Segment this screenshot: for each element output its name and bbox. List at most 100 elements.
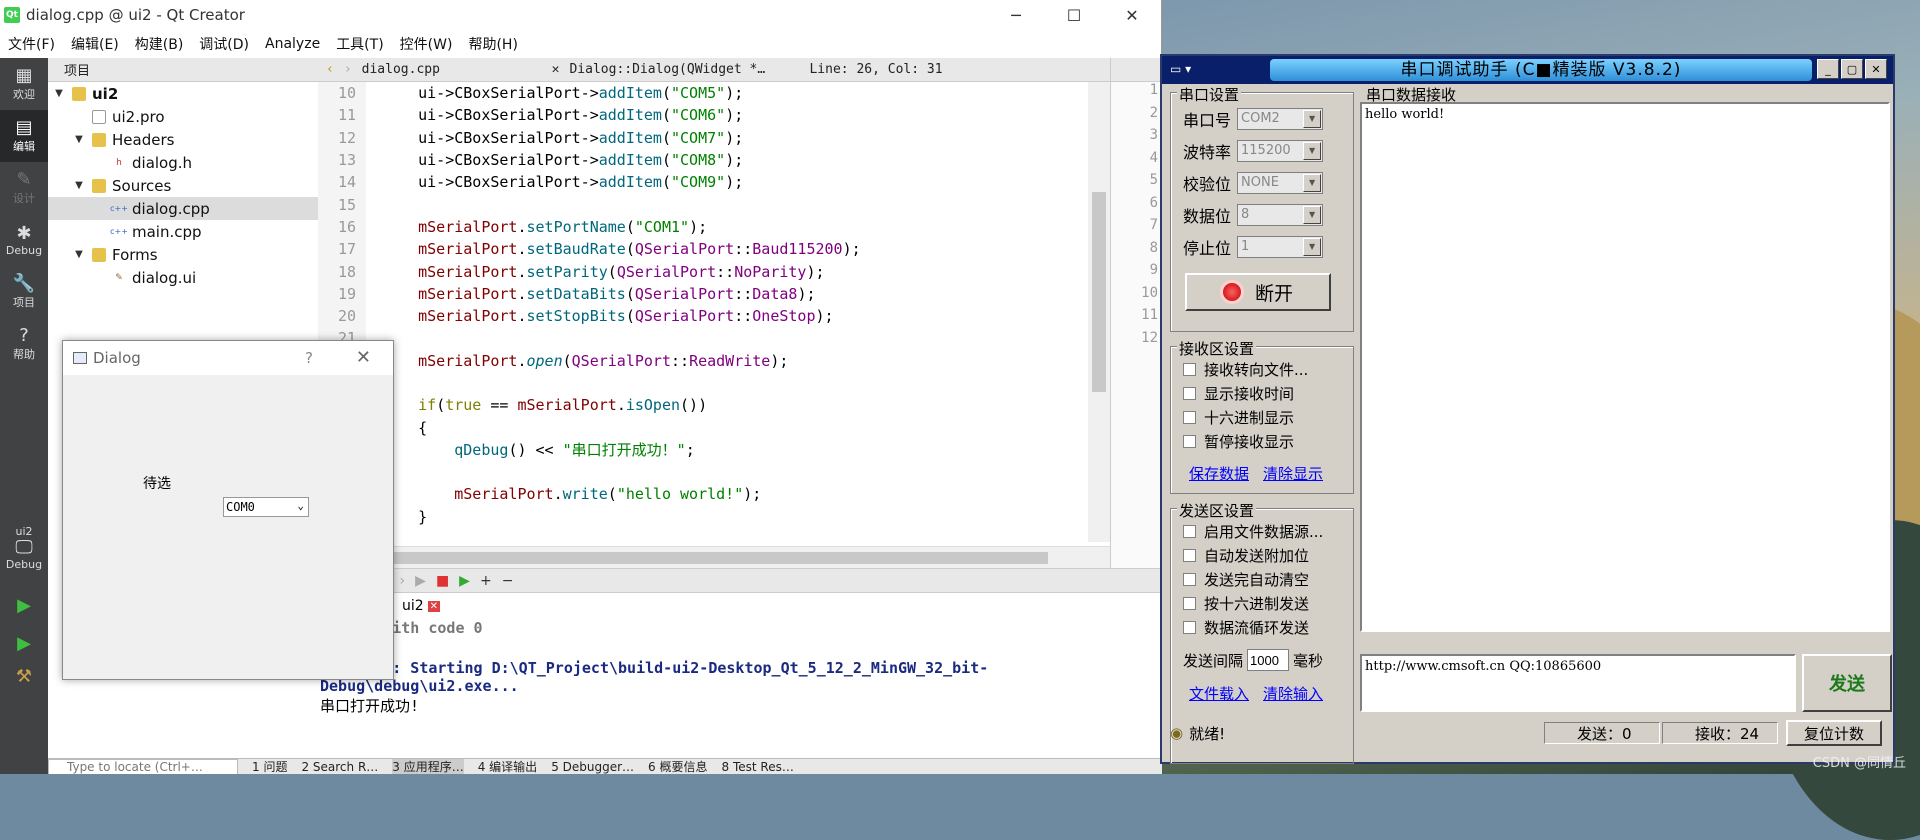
disconnect-button[interactable]: 断开 [1185, 273, 1331, 311]
play-icon[interactable]: ▶ [415, 573, 426, 589]
menu-file[interactable]: 文件(F) [0, 34, 63, 54]
code-view[interactable]: 10 ui->CBoxSerialPort->addItem("COM5"); … [318, 82, 1088, 542]
chevron-down-icon[interactable]: ▼ [72, 134, 86, 145]
recv-option[interactable]: 十六进制显示 [1183, 407, 1294, 428]
menu-help[interactable]: 帮助(H) [460, 34, 525, 54]
send-button[interactable]: 发送 [1802, 654, 1892, 712]
tree-item-dialog-cpp[interactable]: c++ dialog.cpp [48, 197, 318, 220]
close-button[interactable]: ✕ [1103, 0, 1161, 30]
close-button[interactable]: ✕ [356, 347, 371, 368]
checkbox[interactable] [1183, 435, 1196, 448]
send-option[interactable]: 按十六进制发送 [1183, 593, 1309, 614]
menu-debug[interactable]: 调试(D) [191, 34, 257, 54]
tab-compile-output[interactable]: 4 编译输出 [478, 759, 537, 774]
build-button[interactable]: ⚒ [0, 662, 48, 692]
system-menu-icon[interactable]: ▭ ▾ [1170, 62, 1191, 76]
tab-issues[interactable]: 1 问题 [252, 759, 287, 774]
menu-build[interactable]: 构建(B) [127, 34, 192, 54]
send-option[interactable]: 发送完自动清空 [1183, 569, 1309, 590]
baud-select[interactable]: 115200 ▼ [1237, 140, 1324, 162]
minimize-button[interactable]: ─ [987, 0, 1045, 30]
send-textbox[interactable]: http://www.cmsoft.cn QQ:10865600 [1360, 654, 1796, 712]
databits-select[interactable]: 8 ▼ [1237, 204, 1324, 226]
receive-textbox[interactable]: hello world! [1360, 102, 1890, 632]
chevron-down-icon[interactable]: ▼ [72, 180, 86, 191]
tab-general-messages[interactable]: 6 概要信息 [648, 759, 707, 774]
help-button[interactable]: ? [305, 349, 313, 367]
run-button[interactable]: ▶ [0, 586, 48, 626]
debug-run-button[interactable]: ▶ [0, 626, 48, 662]
zoom-in-icon[interactable]: + [480, 573, 492, 589]
mode-welcome[interactable]: ▦ 欢迎 [0, 58, 48, 110]
tab-debugger[interactable]: 5 Debugger… [551, 760, 634, 774]
mode-debug[interactable]: ✱ Debug [0, 214, 48, 266]
chevron-down-icon[interactable]: ▼ [72, 249, 86, 260]
zoom-out-icon[interactable]: − [502, 573, 514, 589]
menu-analyze[interactable]: Analyze [257, 36, 328, 52]
clear-display-link[interactable]: 清除显示 [1263, 463, 1323, 484]
save-data-link[interactable]: 保存数据 [1189, 463, 1249, 484]
send-option[interactable]: 启用文件数据源... [1183, 521, 1323, 542]
interval-input[interactable] [1247, 649, 1290, 671]
send-option[interactable]: 自动发送附加位 [1183, 545, 1309, 566]
close-button[interactable]: ✕ [1865, 59, 1887, 79]
checkbox[interactable] [1183, 621, 1196, 634]
recv-option[interactable]: 接收转向文件... [1183, 359, 1308, 380]
output-text[interactable]: exited with code 0 15:53:40: Starting D:… [318, 619, 1162, 716]
next-icon[interactable]: › [400, 573, 406, 589]
clear-input-link[interactable]: 清除输入 [1263, 683, 1323, 704]
tree-item-root[interactable]: ▼ ui2 [48, 82, 318, 105]
forward-icon[interactable]: › [344, 62, 352, 77]
menu-edit[interactable]: 编辑(E) [63, 34, 127, 54]
rerun-icon[interactable]: ▶ [459, 573, 470, 589]
tree-item-sources[interactable]: ▼ Sources [48, 174, 318, 197]
tree-item-dialog-h[interactable]: h dialog.h [48, 151, 318, 174]
menu-widgets[interactable]: 控件(W) [392, 34, 461, 54]
mode-edit[interactable]: ▤ 编辑 [0, 110, 48, 162]
chevron-down-icon[interactable]: ▼ [52, 88, 66, 99]
tree-item-pro[interactable]: ui2.pro [48, 105, 318, 128]
load-file-link[interactable]: 文件载入 [1189, 683, 1249, 704]
mode-help[interactable]: ? 帮助 [0, 318, 48, 370]
mode-projects[interactable]: 🔧 项目 [0, 266, 48, 318]
port-select[interactable]: COM2 ▼ [1237, 108, 1324, 130]
output-tab[interactable]: ui2 ✕ [318, 593, 1162, 619]
send-option[interactable]: 数据流循环发送 [1183, 617, 1309, 638]
recv-option[interactable]: 显示接收时间 [1183, 383, 1294, 404]
close-tab-icon[interactable]: ✕ [427, 600, 441, 612]
editor-horizontal-scrollbar[interactable] [318, 546, 1110, 568]
tab-test-results[interactable]: 8 Test Res… [722, 760, 794, 774]
menu-tools[interactable]: 工具(T) [328, 34, 391, 54]
tree-item-forms[interactable]: ▼ Forms [48, 243, 318, 266]
recv-option[interactable]: 暂停接收显示 [1183, 431, 1294, 452]
close-document-icon[interactable]: ✕ [552, 62, 560, 77]
stop-icon[interactable]: ■ [436, 573, 449, 589]
mode-design[interactable]: ✎ 设计 [0, 162, 48, 214]
maximize-button[interactable]: ☐ [1045, 0, 1103, 30]
tree-item-headers[interactable]: ▼ Headers [48, 128, 318, 151]
reset-count-button[interactable]: 复位计数 [1786, 720, 1882, 746]
locator-input[interactable]: Type to locate (Ctrl+… [48, 759, 238, 774]
kit-selector[interactable]: ui2 🖵 Debug [0, 510, 48, 586]
file-selector[interactable]: dialog.cpp [362, 62, 542, 77]
symbol-selector[interactable]: Dialog::Dialog(QWidget *… [569, 62, 799, 77]
tree-item-dialog-ui[interactable]: ✎ dialog.ui [48, 266, 318, 289]
tab-search-results[interactable]: 2 Search R… [301, 760, 378, 774]
checkbox[interactable] [1183, 363, 1196, 376]
checkbox[interactable] [1183, 549, 1196, 562]
checkbox[interactable] [1183, 573, 1196, 586]
tree-item-main-cpp[interactable]: c++ main.cpp [48, 220, 318, 243]
minimize-button[interactable]: _ [1817, 59, 1839, 79]
serial-port-combo[interactable]: COM0 ⌄ [223, 497, 309, 517]
stopbits-select[interactable]: 1 ▼ [1237, 236, 1324, 258]
select-value: NONE [1241, 175, 1279, 190]
checkbox[interactable] [1183, 525, 1196, 538]
checkbox[interactable] [1183, 597, 1196, 610]
tab-app-output[interactable]: 3 应用程序… [392, 759, 464, 774]
back-icon[interactable]: ‹ [326, 62, 334, 77]
parity-select[interactable]: NONE ▼ [1237, 172, 1324, 194]
checkbox[interactable] [1183, 411, 1196, 424]
editor-vertical-scrollbar[interactable] [1088, 82, 1110, 542]
checkbox[interactable] [1183, 387, 1196, 400]
maximize-button[interactable]: ▢ [1841, 59, 1863, 79]
